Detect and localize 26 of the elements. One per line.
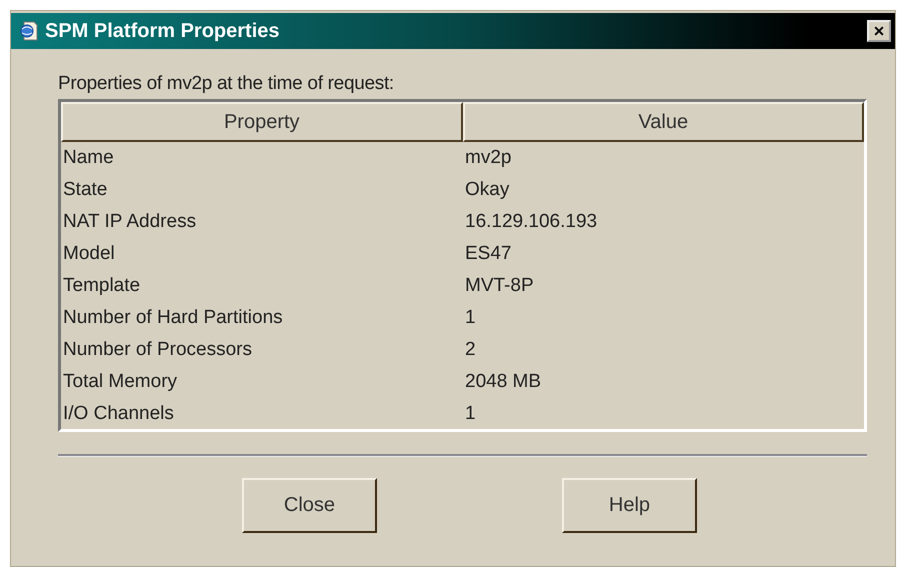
table-cell-text: Number of Hard Partitions: [62, 307, 284, 329]
caption-text: Properties of mv2p at the time of request:: [58, 73, 395, 96]
table-cell-text: Total Memory: [62, 371, 178, 393]
table-cell-text: 2048 MB: [464, 371, 542, 393]
table-cell-text: Name: [62, 147, 115, 169]
table-cell-text: ES47: [464, 243, 512, 265]
window-title: SPM Platform Properties: [45, 20, 281, 42]
globe-document-icon: [19, 21, 39, 41]
table-cell-text: Template: [62, 275, 142, 297]
close-button[interactable]: ×: [867, 20, 891, 42]
table-cell-text: Model: [62, 243, 116, 265]
table-cell-text: State: [62, 179, 108, 201]
table-cell-text: Okay: [464, 179, 510, 201]
table-cell-text: MVT-8P: [464, 275, 534, 297]
table-cell-text: 16.129.106.193: [464, 211, 598, 233]
table-cell-text: Number of Processors: [62, 339, 254, 361]
column-header[interactable]: Value: [462, 102, 864, 142]
table-cell-text: 2: [464, 339, 476, 361]
column-header[interactable]: Property: [61, 102, 462, 142]
table-cell-text: 1: [464, 403, 476, 425]
table-cell-text: 1: [464, 307, 476, 329]
dialog-button[interactable]: Close: [242, 478, 377, 533]
table-cell-text: I/O Channels: [62, 403, 175, 425]
table-cell-text: mv2p: [464, 147, 512, 169]
dialog-button[interactable]: Help: [562, 478, 697, 533]
table-cell-text: NAT IP Address: [62, 211, 198, 233]
